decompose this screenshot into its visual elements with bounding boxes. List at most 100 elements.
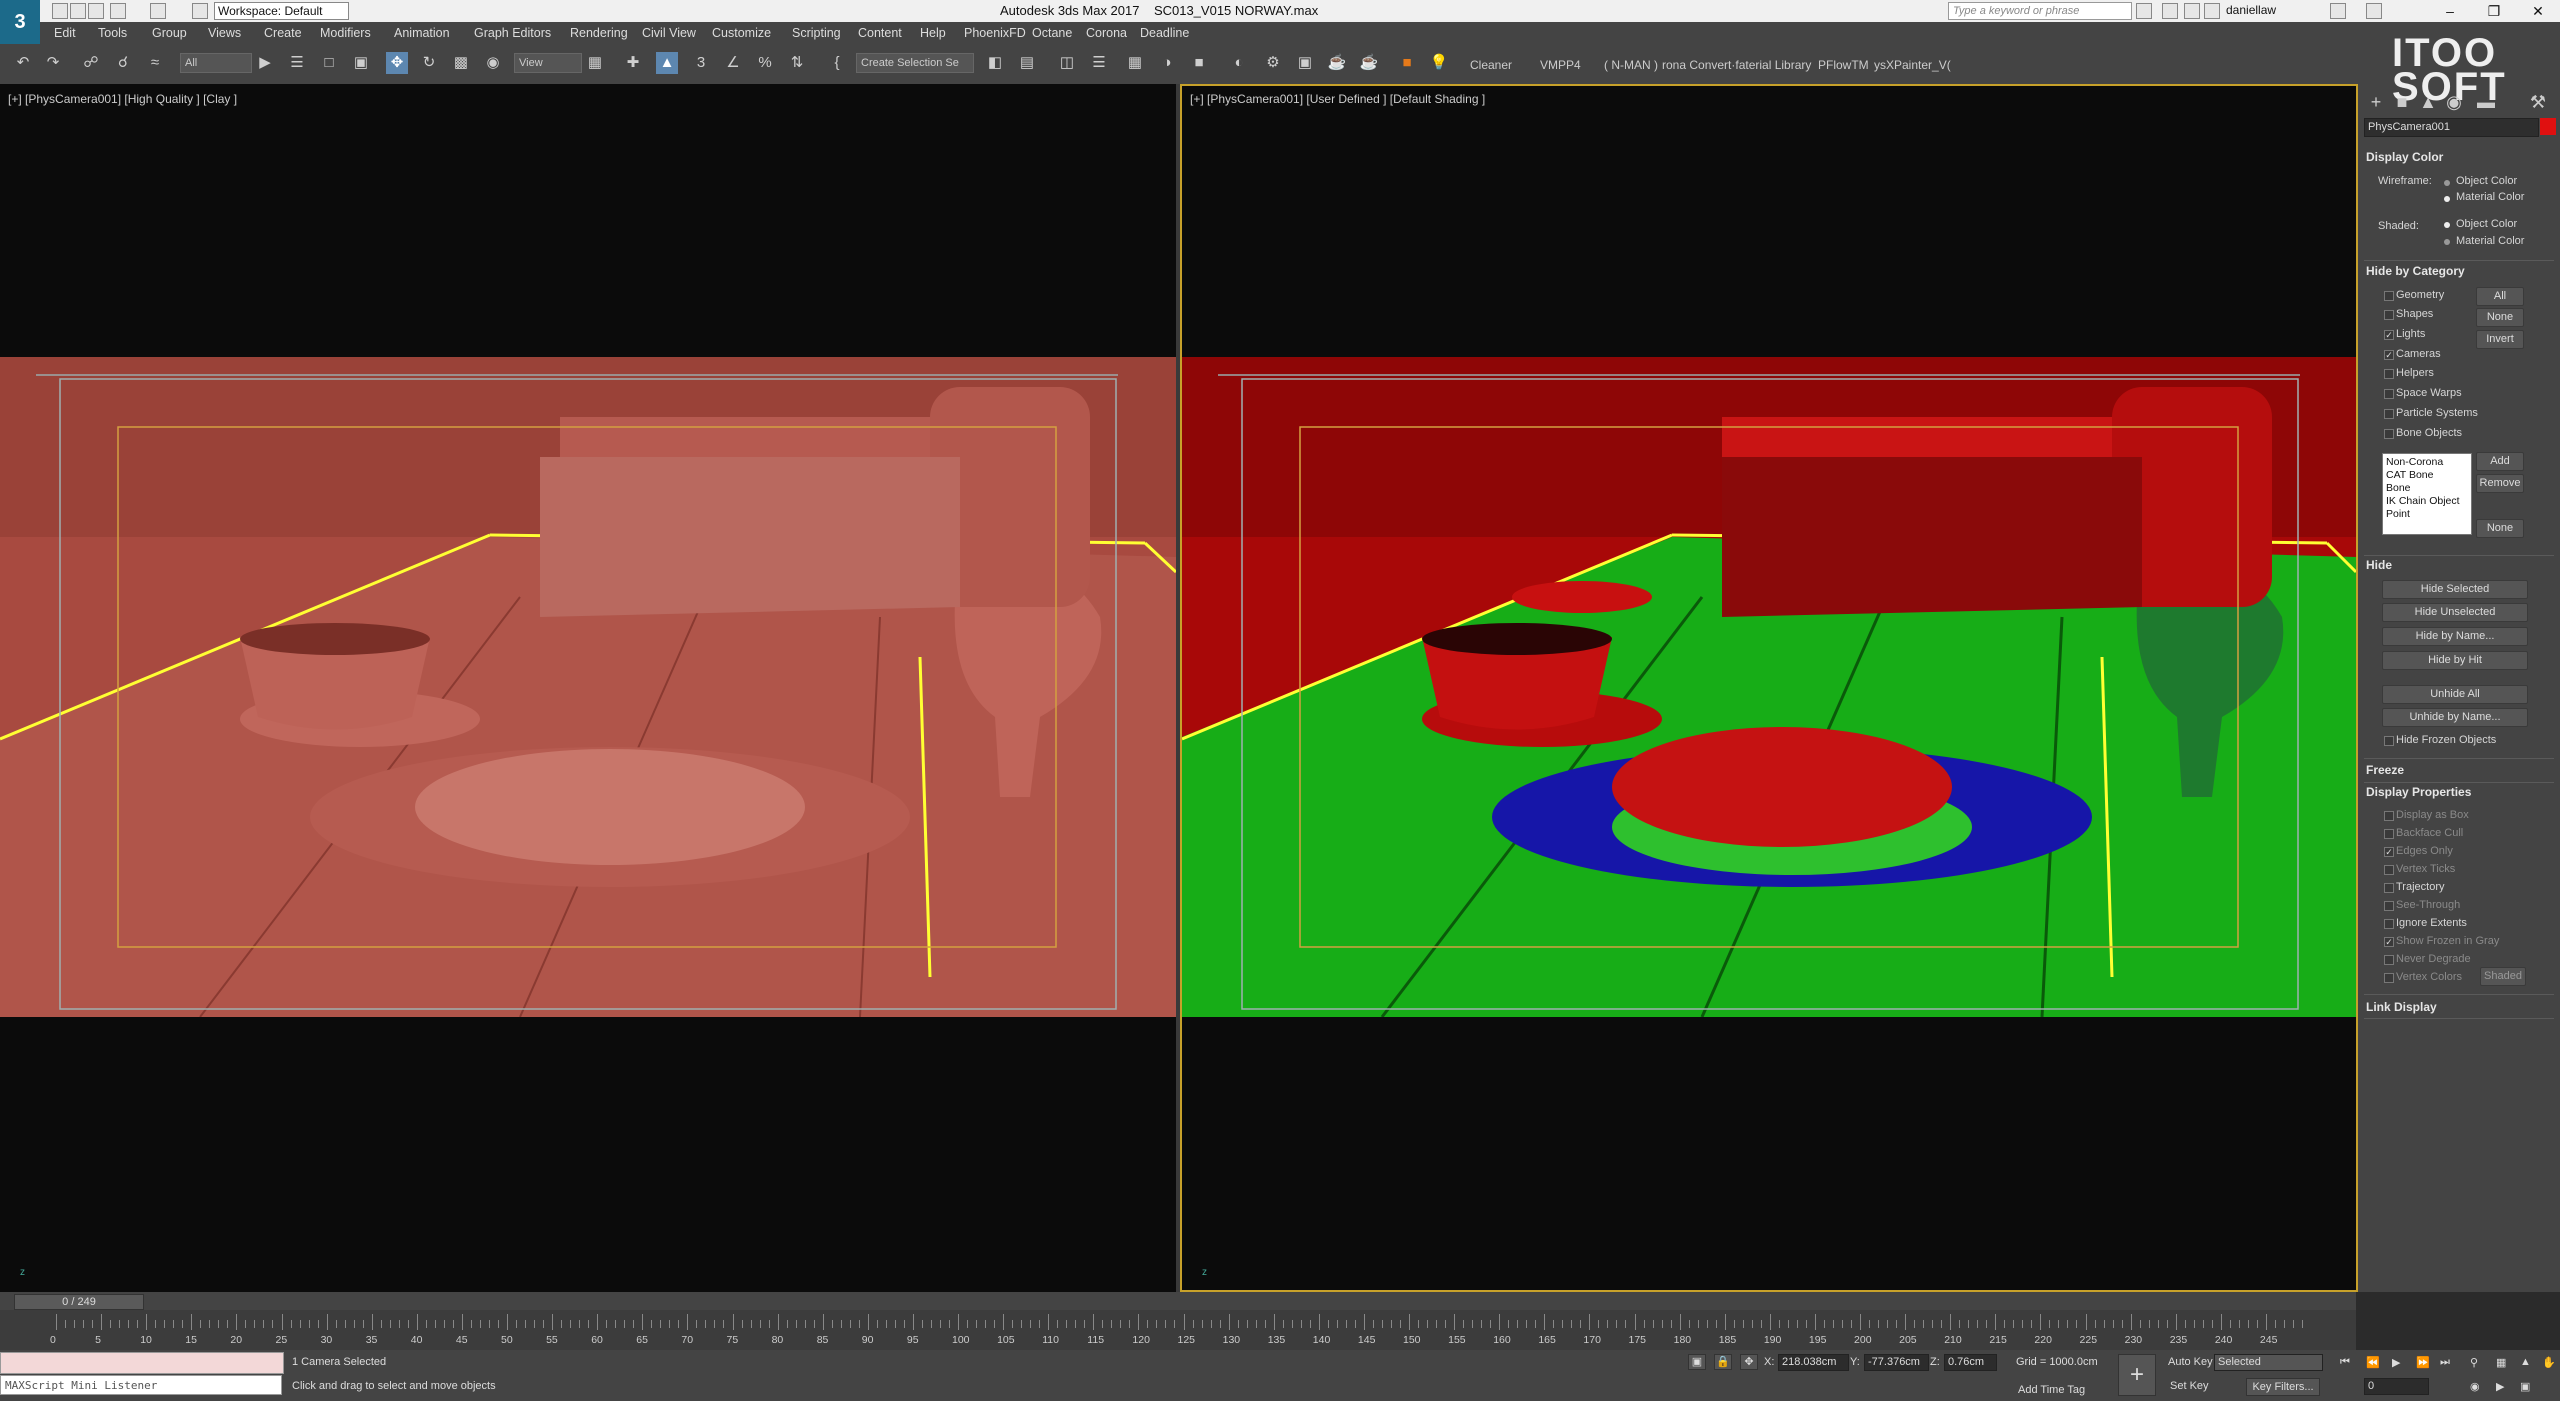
new-file-icon[interactable]: [52, 3, 68, 19]
keyboard-shortcut-override-icon[interactable]: ▲: [656, 52, 678, 74]
menu-views[interactable]: Views: [208, 26, 241, 40]
undo-icon[interactable]: [110, 3, 126, 19]
exchange-apps-icon[interactable]: [2330, 3, 2346, 19]
list-item[interactable]: IK Chain Object: [2386, 495, 2468, 508]
menu-deadline[interactable]: Deadline: [1140, 26, 1189, 40]
menu-edit[interactable]: Edit: [54, 26, 76, 40]
absolute-mode-icon[interactable]: ✥: [1740, 1354, 1758, 1370]
show-frozen-gray-checkbox[interactable]: ✓: [2384, 937, 2394, 947]
rollout-hide[interactable]: Hide: [2366, 558, 2392, 572]
trajectory-checkbox[interactable]: [2384, 883, 2394, 893]
edges-only-checkbox[interactable]: ✓: [2384, 847, 2394, 857]
list-item[interactable]: Point: [2386, 508, 2468, 521]
key-filters-button[interactable]: Key Filters...: [2246, 1378, 2320, 1396]
shaded-object-color-radio[interactable]: [2444, 222, 2450, 228]
list-item[interactable]: CAT Bone: [2386, 469, 2468, 482]
shelf-corona-converter[interactable]: rona Convert·faterial Library: [1662, 58, 1811, 72]
menu-help[interactable]: Help: [920, 26, 946, 40]
named-selection-dropdown[interactable]: Create Selection Se: [856, 53, 974, 73]
category-add-button[interactable]: Add: [2476, 452, 2524, 471]
rollout-link-display[interactable]: Link Display: [2366, 1000, 2437, 1014]
add-time-tag[interactable]: Add Time Tag: [2018, 1384, 2085, 1396]
key-mode-dropdown[interactable]: Selected: [2214, 1354, 2323, 1371]
select-and-place-icon[interactable]: ◉: [482, 52, 504, 74]
binoculars-icon[interactable]: [2136, 3, 2152, 19]
category-remove-button[interactable]: Remove: [2476, 474, 2524, 493]
render-iterative-icon[interactable]: ☕: [1358, 52, 1380, 74]
undo-icon[interactable]: ↶: [12, 52, 34, 74]
space-warps-checkbox[interactable]: [2384, 389, 2394, 399]
material-editor-icon[interactable]: ◐: [1228, 52, 1250, 74]
hierarchy-tab-icon[interactable]: ▲: [2418, 92, 2438, 112]
vertex-ticks-checkbox[interactable]: [2384, 865, 2394, 875]
menu-create[interactable]: Create: [264, 26, 302, 40]
maximize-viewport-icon[interactable]: ▣: [2520, 1380, 2530, 1393]
never-degrade-checkbox[interactable]: [2384, 955, 2394, 965]
x-coordinate-field[interactable]: 218.038cm: [1778, 1354, 1849, 1371]
shelf-physxpainter[interactable]: ysXPainter_V(: [1874, 58, 1951, 72]
modify-tab-icon[interactable]: ■: [2392, 92, 2412, 112]
display-tab-icon[interactable]: ▬: [2476, 92, 2496, 112]
z-coordinate-field[interactable]: 0.76cm: [1944, 1354, 1997, 1371]
list-item[interactable]: Bone: [2386, 482, 2468, 495]
geometry-checkbox[interactable]: [2384, 291, 2394, 301]
rollout-display-properties[interactable]: Display Properties: [2366, 785, 2471, 799]
select-and-link-icon[interactable]: ☍: [80, 52, 102, 74]
snaps-toggle-icon[interactable]: 3: [690, 52, 712, 74]
track-bar[interactable]: 0 5 10 15 20 25 30 35 40 45 50 55 60 65 70 75 80 85 90 95 10…: [0, 1310, 2356, 1350]
zoom-extents-icon[interactable]: ▦: [2496, 1356, 2506, 1369]
app-logo-icon[interactable]: 3: [0, 0, 40, 44]
redo-icon[interactable]: [150, 3, 166, 19]
menu-octane[interactable]: Octane: [1032, 26, 1072, 40]
close-button[interactable]: ✕: [2516, 0, 2560, 22]
restore-button[interactable]: ❐: [2472, 0, 2516, 22]
display-as-box-checkbox[interactable]: [2384, 811, 2394, 821]
edit-named-selection-icon[interactable]: {: [826, 52, 848, 74]
see-through-checkbox[interactable]: [2384, 901, 2394, 911]
menu-scripting[interactable]: Scripting: [792, 26, 841, 40]
maxscript-listener-output[interactable]: [0, 1352, 284, 1374]
rectangular-selection-icon[interactable]: □: [318, 52, 340, 74]
scene-explorer-icon[interactable]: ◫: [1056, 52, 1078, 74]
select-by-name-icon[interactable]: ☰: [286, 52, 308, 74]
cameras-checkbox[interactable]: ✓: [2384, 350, 2394, 360]
manipulate-icon[interactable]: ✚: [622, 52, 644, 74]
shelf-vmpp4[interactable]: VMPP4: [1540, 58, 1581, 72]
object-color-swatch[interactable]: [2540, 118, 2556, 135]
viewport-right[interactable]: [+] [PhysCamera001] [User Defined ] [Def…: [1182, 84, 2356, 1292]
motion-tab-icon[interactable]: ◉: [2444, 92, 2464, 112]
menu-tools[interactable]: Tools: [98, 26, 127, 40]
user-account[interactable]: daniellaw: [2226, 3, 2276, 17]
rollout-freeze[interactable]: Freeze: [2366, 763, 2404, 777]
previous-frame-icon[interactable]: ⏪: [2366, 1356, 2380, 1369]
time-slider[interactable]: 0 / 249: [14, 1294, 144, 1310]
helpers-checkbox[interactable]: [2384, 369, 2394, 379]
menu-graph-editors[interactable]: Graph Editors: [474, 26, 551, 40]
pan-icon[interactable]: ✋: [2542, 1356, 2556, 1369]
category-list-none-button[interactable]: None: [2476, 519, 2524, 538]
render-region-icon[interactable]: ■: [1396, 52, 1418, 74]
category-list[interactable]: Non-Corona CAT Bone Bone IK Chain Object…: [2382, 453, 2472, 535]
hide-by-hit-button[interactable]: Hide by Hit: [2382, 651, 2528, 670]
menu-corona[interactable]: Corona: [1086, 26, 1127, 40]
reference-coordinate-dropdown[interactable]: View: [514, 53, 582, 73]
select-and-scale-icon[interactable]: ▩: [450, 52, 472, 74]
menu-customize[interactable]: Customize: [712, 26, 771, 40]
select-and-rotate-icon[interactable]: ↻: [418, 52, 440, 74]
y-coordinate-field[interactable]: -77.376cm: [1864, 1354, 1929, 1371]
lock-selection-icon[interactable]: 🔒: [1714, 1354, 1732, 1370]
auto-key-button[interactable]: Auto Key: [2168, 1356, 2213, 1368]
subscription-icon[interactable]: [2162, 3, 2178, 19]
vertex-colors-shaded-button[interactable]: Shaded: [2480, 967, 2526, 986]
favorites-star-icon[interactable]: [2204, 3, 2220, 19]
rendered-frame-window-icon[interactable]: ▣: [1294, 52, 1316, 74]
bind-space-warp-icon[interactable]: ≈: [144, 52, 166, 74]
menu-civil-view[interactable]: Civil View: [642, 26, 696, 40]
orbit-icon[interactable]: ◉: [2470, 1380, 2480, 1393]
viewport-left[interactable]: [+] [PhysCamera001] [High Quality ] [Cla…: [0, 84, 1176, 1292]
set-key-large-icon[interactable]: +: [2118, 1354, 2156, 1396]
hide-by-name-button[interactable]: Hide by Name...: [2382, 627, 2528, 646]
next-frame-icon[interactable]: ⏩: [2416, 1356, 2430, 1369]
isolate-selection-icon[interactable]: ▣: [1688, 1354, 1706, 1370]
align-icon[interactable]: ▤: [1016, 52, 1038, 74]
